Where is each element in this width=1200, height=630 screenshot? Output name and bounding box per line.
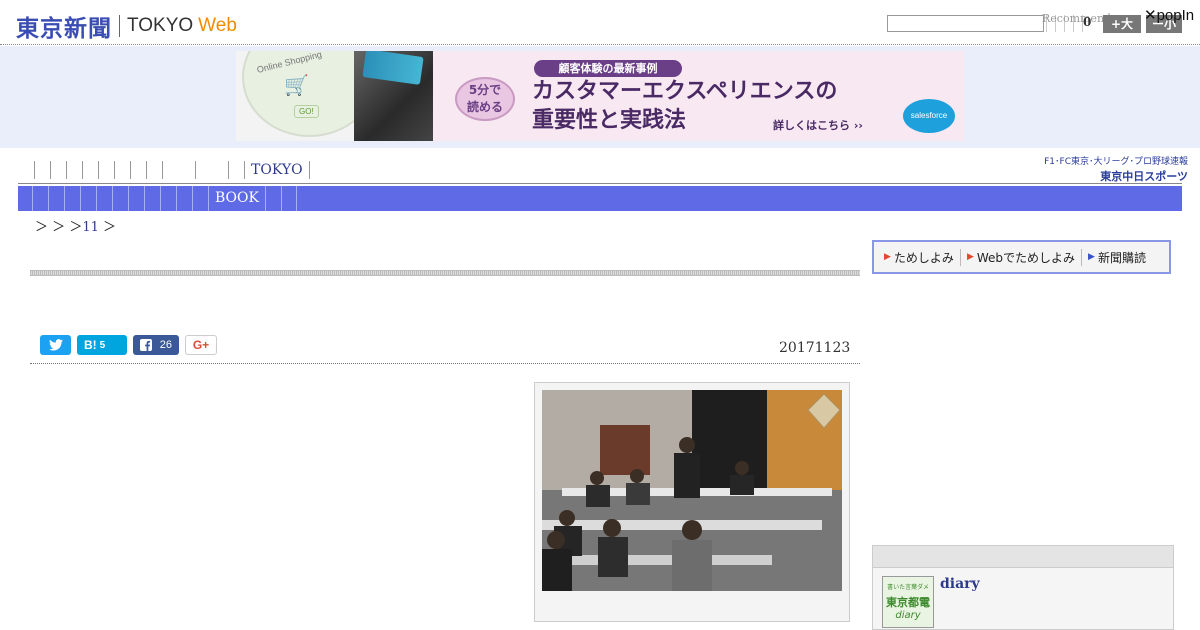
chunichi-sports-link[interactable]: F1･FC東京･大リーグ･プロ野球速報 東京中日スポーツ (1028, 154, 1188, 184)
ad-area: Online Shopping 🛒 GO! 5分で 読める 顧客体験の最新事例 … (0, 46, 1200, 148)
ad-cta-link[interactable]: 詳しくはこちら ›› (773, 117, 863, 133)
nav-item-8[interactable] (146, 161, 162, 179)
nav-item-10[interactable] (195, 161, 228, 179)
googleplus-share-button[interactable]: G+ (185, 335, 217, 355)
ad-shopping-panel: Online Shopping 🛒 GO! (236, 51, 433, 141)
hatena-bookmark-button[interactable]: B! 5 (77, 335, 127, 355)
breadcrumb-sep: ＞ (52, 220, 66, 235)
article-date: 20171123 (779, 340, 851, 356)
main-nav-item-3[interactable] (64, 186, 80, 211)
main-nav-item-8[interactable] (144, 186, 160, 211)
main-nav: BOOK (18, 186, 1182, 211)
ad-go-label: GO! (294, 105, 319, 118)
triangle-right-icon: ▶ (884, 252, 891, 262)
main-nav-item-4[interactable] (80, 186, 96, 211)
twitter-icon (48, 339, 63, 351)
chunichi-logo: 東京中日スポーツ (1100, 170, 1188, 183)
trial-read-label: ためしよみ (893, 250, 954, 265)
logo-divider (119, 15, 120, 37)
ad-tag: 顧客体験の最新事例 (534, 60, 682, 77)
ad-read-time-bubble: 5分で 読める (455, 77, 515, 121)
site-header: 東京新聞 TOKYO Web Recommend 0 +大 ー小 ✕popIn (0, 0, 1200, 45)
nav-item-tokyo[interactable]: TOKYO (244, 161, 310, 179)
main-nav-item-2[interactable] (48, 186, 64, 211)
main-nav-item-13[interactable] (264, 186, 281, 211)
web-trial-read-label: Webでためしよみ (976, 250, 1076, 265)
article-divider (30, 363, 860, 364)
newspaper-subscribe-label: 新聞購読 (1097, 250, 1146, 265)
diary-thumb-line3: diary (895, 610, 921, 621)
web-trial-read-link[interactable]: ▶ Webでためしよみ (966, 248, 1083, 266)
newspaper-subscribe-link[interactable]: ▶ 新聞購読 (1088, 249, 1152, 266)
facebook-icon (140, 339, 152, 351)
diary-thumb-line1: 書いた言葉ダメ (887, 584, 929, 591)
twitter-share-button[interactable] (40, 335, 71, 355)
breadcrumb: ＞ ＞ ＞11 ＞ (35, 216, 116, 235)
article-photo[interactable] (542, 390, 842, 591)
main-nav-item-5[interactable] (96, 186, 112, 211)
nav-item-6[interactable] (114, 161, 130, 179)
nav-item-4[interactable] (82, 161, 98, 179)
section-nav-items: TOKYO (34, 161, 310, 179)
font-size-larger-button[interactable]: +大 (1103, 15, 1141, 33)
site-logo[interactable]: 東京新聞 TOKYO Web (16, 9, 237, 43)
nav-item-7[interactable] (130, 161, 146, 179)
hatena-count: 5 (99, 339, 106, 351)
salesforce-logo: salesforce (903, 99, 955, 133)
nav-item-1[interactable] (34, 161, 50, 179)
logo-web-text: Web (198, 15, 237, 36)
article-header-band (30, 270, 860, 276)
googleplus-icon: G+ (192, 338, 210, 352)
chunichi-tagline: F1･FC東京･大リーグ･プロ野球速報 (1044, 157, 1188, 167)
breadcrumb-sep: ＞ (69, 220, 83, 235)
logo-tokyo-text: TOKYO (127, 15, 194, 36)
nav-item-11[interactable] (228, 161, 244, 179)
main-nav-item-book[interactable]: BOOK (208, 186, 265, 211)
nav-item-3[interactable] (66, 161, 82, 179)
triangle-right-icon: ▶ (1088, 252, 1095, 262)
hatena-icon: B! (84, 338, 97, 352)
nav-item-5[interactable] (98, 161, 114, 179)
triangle-right-icon: ▶ (966, 252, 974, 262)
main-nav-item-11[interactable] (192, 186, 208, 211)
ad-banner[interactable]: Online Shopping 🛒 GO! 5分で 読める 顧客体験の最新事例 … (236, 51, 964, 141)
nav-item-2[interactable] (50, 161, 66, 179)
main-nav-item-1[interactable] (32, 186, 48, 211)
logo-tokyo-shimbun: 東京新聞 (16, 16, 112, 42)
ad-text-panel: 5分で 読める 顧客体験の最新事例 カスタマーエクスペリエンスの 重要性と実践法… (433, 51, 964, 141)
recommend-count: 0 (1083, 15, 1092, 29)
main-nav-item-7[interactable] (128, 186, 144, 211)
diary-title-link[interactable]: diary (940, 576, 980, 592)
nav-item-9[interactable] (162, 161, 195, 179)
subscribe-box: ▶ ためしよみ ▶ Webでためしよみ ▶ 新聞購読 (872, 240, 1171, 274)
main-nav-item-9[interactable] (160, 186, 176, 211)
facebook-share-button[interactable]: 26 (133, 335, 179, 355)
meeting-photo-graphic (542, 390, 842, 591)
ad-bubble-text: 5分で 読める (466, 83, 503, 114)
main-nav-item-10[interactable] (176, 186, 192, 211)
breadcrumb-sep: ＞ (35, 220, 49, 235)
popin-close-link[interactable]: ✕popIn (1144, 6, 1194, 24)
search-input[interactable] (887, 15, 1044, 32)
diary-thumb-line2: 東京都電 (886, 596, 930, 609)
shopping-cart-icon: 🛒 (284, 73, 309, 97)
breadcrumb-sep: ＞ (103, 220, 117, 235)
sidebar-box-header (873, 546, 1173, 568)
ad-headline-line1: カスタマーエクスペリエンスの (532, 79, 838, 104)
sidebar-diary-box: 書いた言葉ダメ 東京都電 diary diary (872, 545, 1174, 630)
breadcrumb-link-11[interactable]: 11 (82, 220, 99, 235)
diary-thumbnail[interactable]: 書いた言葉ダメ 東京都電 diary (882, 576, 934, 628)
share-buttons: B! 5 26 G+ (40, 335, 217, 355)
main-nav-item-6[interactable] (112, 186, 128, 211)
section-nav: TOKYO F1･FC東京･大リーグ･プロ野球速報 東京中日スポーツ (18, 156, 1188, 184)
main-nav-item-14[interactable] (280, 186, 297, 211)
main-nav-items: BOOK (18, 186, 1182, 211)
article-photo-frame (534, 382, 850, 622)
facebook-count: 26 (159, 339, 172, 351)
recommend-label: Recommend (1042, 12, 1112, 25)
trial-read-link[interactable]: ▶ ためしよみ (884, 248, 961, 266)
